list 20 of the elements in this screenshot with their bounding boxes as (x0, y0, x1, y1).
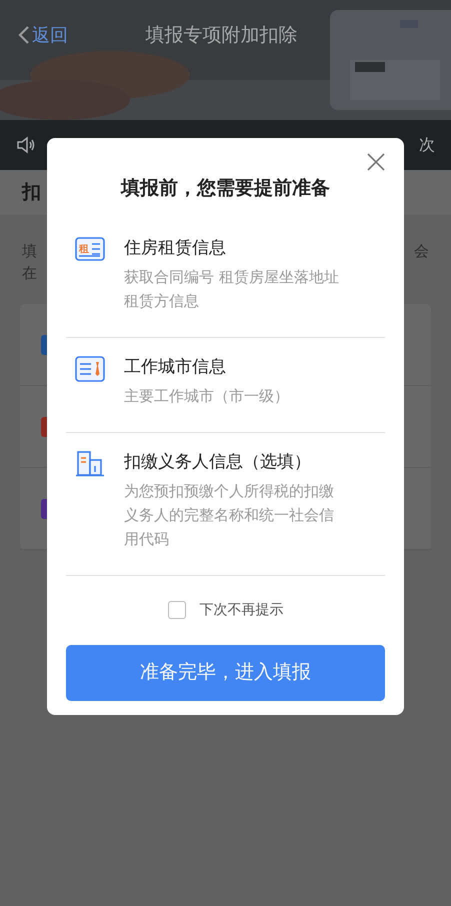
section-title: 扣 (22, 180, 41, 206)
item-description: 为您预扣预缴个人所得税的扣缴义务人的完整名称和统一社会信用代码 (124, 480, 335, 550)
checkbox[interactable] (168, 601, 186, 619)
item-description: 主要工作城市（市一级） (124, 386, 290, 406)
item-title: 扣缴义务人信息（选填） (124, 450, 312, 474)
document-icon: 租 (75, 236, 105, 260)
checkbox-label: 下次不再提示 (200, 600, 284, 620)
close-button[interactable] (366, 152, 386, 172)
notice-text: 次 (419, 134, 435, 156)
dialog-title: 填报前，您需要提前准备 (121, 176, 330, 201)
building-icon (75, 450, 105, 476)
item-description: 获取合同编号 租赁房屋坐落地址租赁方信息 (124, 266, 340, 312)
page-title: 填报专项附加扣除 (146, 22, 298, 48)
speaker-icon (16, 136, 36, 154)
chevron-icon (18, 25, 30, 45)
confirm-button[interactable]: 准备完毕，进入填报 (66, 644, 385, 700)
id-card-icon (75, 356, 105, 382)
item-title: 工作城市信息 (124, 356, 227, 378)
item-title: 住房租赁信息 (124, 236, 227, 260)
back-button[interactable]: 返回 (18, 22, 68, 48)
